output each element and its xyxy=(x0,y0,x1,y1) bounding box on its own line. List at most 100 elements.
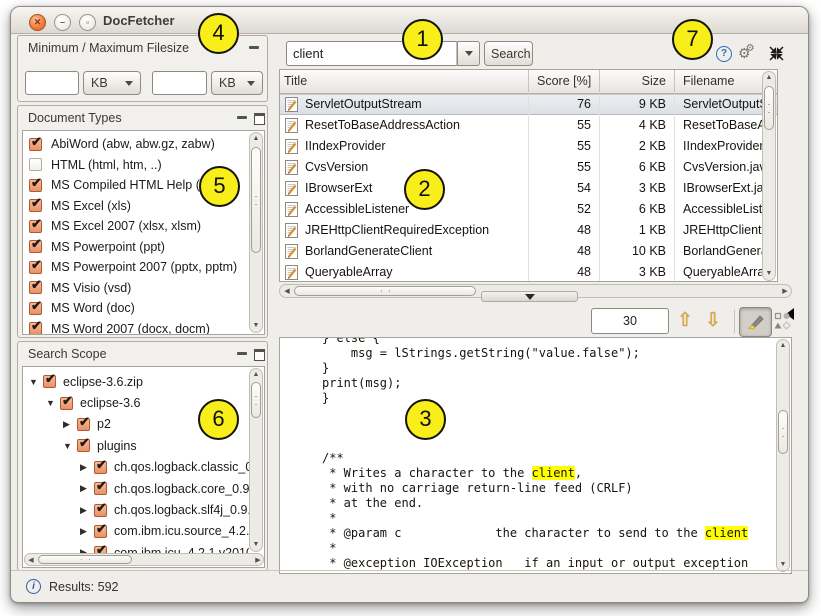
checkbox-icon[interactable] xyxy=(29,257,42,274)
checkbox-icon[interactable] xyxy=(94,457,107,474)
help-icon[interactable]: ? xyxy=(716,46,732,62)
tree-item[interactable]: ▶ com.ibm.icu.source_4.2.1.v20 xyxy=(23,521,249,542)
search-history-dropdown[interactable] xyxy=(457,41,480,66)
scrollbar-thumb[interactable] xyxy=(294,286,476,296)
checkbox-icon[interactable] xyxy=(77,435,90,453)
preview-sash-collapse-button[interactable] xyxy=(481,291,578,302)
column-header-title[interactable]: Title xyxy=(280,70,529,92)
table-row[interactable]: CvsVersion 55 6 KB CvsVersion.jav xyxy=(280,157,777,178)
scrollbar-thumb[interactable] xyxy=(778,410,788,454)
doc-type-item[interactable]: MS Excel 2007 (xlsx, xlsm) xyxy=(23,216,249,237)
scrollbar-thumb[interactable] xyxy=(251,382,261,418)
preview-mode-shapes-icon[interactable] xyxy=(774,312,791,335)
scroll-up-icon[interactable]: ▲ xyxy=(777,341,789,351)
scroll-up-icon[interactable]: ▲ xyxy=(250,134,262,144)
checkbox-icon[interactable] xyxy=(43,371,56,389)
doc-type-item[interactable]: MS Word (doc) xyxy=(23,298,249,319)
window-minimize-button[interactable]: – xyxy=(54,14,71,31)
collapse-panel-icon[interactable] xyxy=(237,352,247,355)
doc-type-item[interactable]: MS Powerpoint (ppt) xyxy=(23,236,249,258)
checkbox-icon[interactable] xyxy=(29,175,42,192)
checkbox-icon[interactable] xyxy=(29,216,42,233)
window-close-button[interactable]: ✕ xyxy=(29,14,46,31)
table-row[interactable]: IBrowserExt 54 3 KB IBrowserExt.jav xyxy=(280,178,777,199)
scroll-down-icon[interactable]: ▼ xyxy=(250,540,262,550)
max-filesize-unit-dropdown[interactable]: KB xyxy=(211,71,263,95)
max-filesize-input[interactable] xyxy=(152,71,207,95)
tree-item[interactable]: ▶com.ibm.icu_4.2.1.v20100412 xyxy=(23,542,249,553)
scroll-left-icon[interactable]: ◀ xyxy=(281,287,293,297)
tree-collapsed-icon[interactable]: ▶ xyxy=(80,462,94,473)
preferences-gears-icon[interactable]: ⚙⚙ xyxy=(738,43,755,63)
checkbox-icon[interactable] xyxy=(29,277,42,295)
tree-collapsed-icon[interactable]: ▶ xyxy=(63,419,77,430)
checkbox-icon[interactable] xyxy=(60,393,73,410)
tree-collapsed-icon[interactable]: ▶ xyxy=(80,526,94,537)
cell-size: 3 KB xyxy=(600,178,675,199)
scrollbar-thumb[interactable] xyxy=(38,555,132,564)
doc-type-item[interactable]: AbiWord (abw, abw.gz, zabw) xyxy=(23,134,249,155)
checkbox-icon[interactable] xyxy=(94,521,107,538)
min-filesize-unit-dropdown[interactable]: KB xyxy=(83,71,141,95)
tree-item[interactable]: ▶ ch.qos.logback.slf4j_0.9.19.v2 xyxy=(23,499,249,520)
checkbox-icon[interactable] xyxy=(29,318,42,334)
maximize-panel-icon[interactable] xyxy=(254,349,265,361)
collapse-panel-icon[interactable] xyxy=(237,116,247,119)
tree-collapsed-icon[interactable]: ▶ xyxy=(80,505,94,516)
column-header-filename[interactable]: Filename xyxy=(675,70,763,92)
minimize-to-tray-icon[interactable] xyxy=(768,45,785,67)
table-row[interactable]: ResetToBaseAddressAction 55 4 KB ResetToBas… xyxy=(280,115,777,136)
scroll-down-icon[interactable]: ▼ xyxy=(777,560,789,570)
checkbox-icon[interactable] xyxy=(94,500,107,517)
scope-vscrollbar[interactable]: ▲ ▼ xyxy=(249,368,263,552)
doc-types-vscrollbar[interactable]: ▲ ▼ xyxy=(249,132,263,333)
table-row[interactable]: JREHttpClientRequiredException 48 1 KB JREH… xyxy=(280,220,777,241)
doc-type-item[interactable]: MS Visio (vsd) xyxy=(23,277,249,299)
doc-type-item[interactable]: MS Powerpoint 2007 (pptx, pptm) xyxy=(23,257,249,278)
scroll-left-icon[interactable]: ◀ xyxy=(25,556,37,566)
search-button[interactable]: Search xyxy=(484,41,533,66)
scroll-up-icon[interactable]: ▲ xyxy=(250,370,262,380)
results-vscrollbar[interactable]: ▲ ▼ xyxy=(762,71,776,281)
checkbox-icon[interactable] xyxy=(94,542,107,553)
doc-type-item[interactable]: MS Word 2007 (docx, docm) xyxy=(23,318,249,334)
tree-item[interactable]: ▶ ch.qos.logback.classic_0.9.19 xyxy=(23,457,249,478)
table-row[interactable]: BorlandGenerateClient 48 10 KB BorlandGener… xyxy=(280,241,777,262)
checkbox-icon[interactable] xyxy=(94,478,107,496)
highlight-toggle-button[interactable] xyxy=(739,307,772,337)
scope-hscrollbar[interactable]: ◀ ▶ xyxy=(24,553,264,566)
tree-expanded-icon[interactable]: ▼ xyxy=(46,398,60,408)
scroll-right-icon[interactable]: ▶ xyxy=(779,287,791,297)
scroll-down-icon[interactable]: ▼ xyxy=(250,321,262,331)
collapse-panel-icon[interactable] xyxy=(249,46,259,49)
tree-expanded-icon[interactable]: ▼ xyxy=(63,441,77,451)
checkbox-icon[interactable] xyxy=(29,158,42,172)
table-row[interactable]: AccessibleListener 52 6 KB AccessibleListe xyxy=(280,199,777,220)
table-row[interactable]: ServletOutputStream 76 9 KB ServletOutputS xyxy=(280,94,777,115)
table-row[interactable]: IIndexProvider 55 2 KB IIndexProvider. xyxy=(280,136,777,157)
scroll-up-icon[interactable]: ▲ xyxy=(763,73,775,83)
scrollbar-thumb[interactable] xyxy=(251,147,261,253)
maximize-panel-icon[interactable] xyxy=(254,113,265,125)
checkbox-icon[interactable] xyxy=(29,236,42,254)
checkbox-icon[interactable] xyxy=(77,414,90,431)
min-filesize-input[interactable] xyxy=(25,71,79,95)
tree-expanded-icon[interactable]: ▼ xyxy=(29,377,43,387)
scroll-right-icon[interactable]: ▶ xyxy=(252,556,264,566)
scrollbar-thumb[interactable] xyxy=(764,86,774,130)
column-header-size[interactable]: Size xyxy=(600,70,675,92)
tree-item[interactable]: ▶ ch.qos.logback.core_0.9.19.v2 xyxy=(23,478,249,499)
tree-item[interactable]: ▼ eclipse-3.6.zip xyxy=(23,371,249,392)
checkbox-icon[interactable] xyxy=(29,195,42,213)
table-row[interactable]: QueryableArray 48 3 KB QueryableArra xyxy=(280,262,777,281)
checkbox-icon[interactable] xyxy=(29,298,42,315)
preview-page-input[interactable] xyxy=(591,308,669,334)
window-maximize-button[interactable]: ▫ xyxy=(79,14,96,31)
scroll-down-icon[interactable]: ▼ xyxy=(763,269,775,279)
next-occurrence-icon[interactable]: ⇩ xyxy=(705,309,721,332)
preview-vscrollbar[interactable]: ▲ ▼ xyxy=(776,339,790,572)
column-header-score[interactable]: Score [%] xyxy=(529,70,600,92)
checkbox-icon[interactable] xyxy=(29,134,42,151)
previous-occurrence-icon[interactable]: ⇧ xyxy=(677,309,693,332)
tree-collapsed-icon[interactable]: ▶ xyxy=(80,483,94,494)
